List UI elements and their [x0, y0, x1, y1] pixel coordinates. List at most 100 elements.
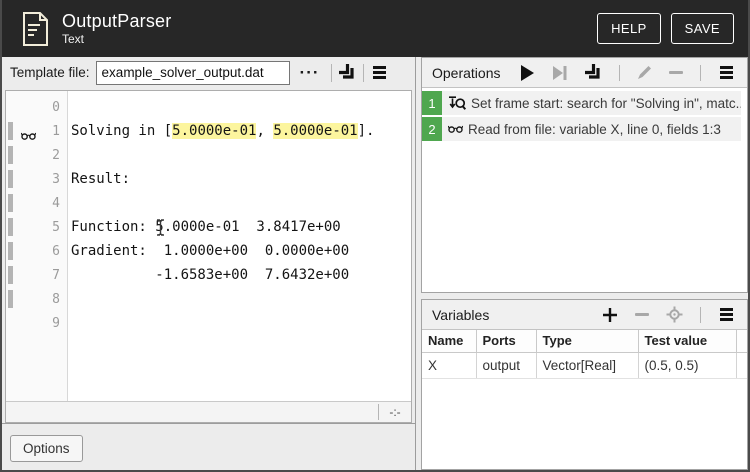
- code-text: -1.6583e+00 7.6432e+00: [71, 267, 349, 283]
- play-icon[interactable]: [521, 65, 534, 81]
- operation-row[interactable]: 2 Read from file: variable X, line 0, fie…: [422, 117, 741, 141]
- highlighted-value: 5.0000e-01: [273, 123, 357, 139]
- page-subtitle: Text: [62, 32, 171, 46]
- table-cell[interactable]: Vector[Real]: [536, 352, 638, 378]
- menu-icon[interactable]: [718, 306, 735, 323]
- divider: [331, 64, 332, 82]
- code-line: [71, 287, 411, 311]
- column-header: Test value: [638, 330, 736, 352]
- operation-row[interactable]: 1Set frame start: search for "Solving in…: [422, 91, 741, 115]
- gutter-row: 2: [6, 143, 67, 167]
- code-line: Result:: [71, 167, 411, 191]
- code-line: Gradient: 1.0000e+00 0.0000e+00: [71, 239, 411, 263]
- line-marker: [8, 194, 13, 212]
- code-line: [71, 95, 411, 119]
- remove-minus-icon[interactable]: [669, 71, 683, 74]
- line-number: 4: [52, 196, 67, 211]
- divider: [619, 65, 620, 81]
- add-plus-icon[interactable]: [602, 307, 618, 323]
- line-marker: [8, 122, 13, 140]
- code-line: Function: 5.0000e-01 3.8417e+00: [71, 215, 411, 239]
- step-forward-icon[interactable]: [551, 65, 568, 81]
- validate-all-icon[interactable]: [339, 64, 356, 81]
- save-button[interactable]: SAVE: [671, 13, 734, 44]
- operations-list: 1Set frame start: search for "Solving in…: [422, 88, 747, 143]
- column-header-filler: [736, 330, 747, 352]
- gutter-row: 1: [6, 119, 67, 143]
- table-cell[interactable]: output: [476, 352, 536, 378]
- editor-status-bar: -:-: [6, 401, 411, 422]
- menu-icon[interactable]: [371, 64, 388, 81]
- options-area: Options: [2, 423, 415, 470]
- variables-title: Variables: [432, 307, 489, 323]
- operation-index-badge: 2: [422, 117, 442, 141]
- remove-minus-icon[interactable]: [635, 313, 649, 316]
- line-number: 6: [52, 244, 67, 259]
- column-header: Type: [536, 330, 638, 352]
- code-text: ].: [358, 123, 375, 139]
- gutter-row: 3: [6, 167, 67, 191]
- menu-icon[interactable]: [718, 64, 735, 81]
- line-marker: [8, 290, 13, 308]
- header-bar: OutputParser Text HELP SAVE: [2, 0, 748, 57]
- divider: [363, 64, 364, 82]
- operation-index-badge: 1: [422, 91, 442, 115]
- code-text: Result:: [71, 171, 130, 187]
- variables-table: NamePortsTypeTest value XoutputVector[Re…: [422, 330, 747, 379]
- table-row[interactable]: XoutputVector[Real](0.5, 0.5): [422, 352, 747, 378]
- glasses-read-icon: [448, 125, 463, 133]
- code-line: [71, 143, 411, 167]
- editor-code[interactable]: Solving in [5.0000e-01, 5.0000e-01]. Resu…: [68, 91, 411, 401]
- gutter-row: 8: [6, 287, 67, 311]
- document-icon: [20, 10, 50, 48]
- edit-pencil-icon[interactable]: [637, 65, 652, 80]
- divider: [700, 65, 701, 81]
- line-number: 3: [52, 172, 67, 187]
- gutter-row: 4: [6, 191, 67, 215]
- line-marker: [8, 242, 13, 260]
- code-line: -1.6583e+00 7.6432e+00: [71, 263, 411, 287]
- search-frame-icon: [448, 96, 466, 111]
- line-number: 2: [52, 148, 67, 163]
- column-header: Ports: [476, 330, 536, 352]
- line-marker: [8, 218, 13, 236]
- line-number: 1: [52, 124, 67, 139]
- code-line: [71, 191, 411, 215]
- help-button[interactable]: HELP: [597, 13, 661, 44]
- line-marker: [8, 146, 13, 164]
- line-number: 7: [52, 268, 67, 283]
- options-button[interactable]: Options: [10, 435, 83, 462]
- page-title: OutputParser: [62, 11, 171, 31]
- template-file-label: Template file:: [10, 65, 90, 80]
- code-text: ,: [256, 123, 273, 139]
- template-editor: 0123456789 Solving in [5.0000e-01, 5.000…: [5, 90, 412, 423]
- code-line: Solving in [5.0000e-01, 5.0000e-01].: [71, 119, 411, 143]
- divider: [700, 307, 701, 323]
- line-number: 9: [52, 316, 67, 331]
- template-editor-panel: Template file: ··· 0123456789 S: [2, 57, 416, 470]
- table-cell[interactable]: X: [422, 352, 476, 378]
- output-parser-window: OutputParser Text HELP SAVE Template fil…: [0, 0, 750, 472]
- gutter-row: 5: [6, 215, 67, 239]
- browse-file-button[interactable]: ···: [296, 63, 324, 83]
- operations-title: Operations: [432, 65, 500, 81]
- cursor-position: -:-: [379, 405, 411, 419]
- operations-toolbar: Operations: [422, 58, 747, 88]
- template-file-bar: Template file: ···: [2, 57, 415, 88]
- line-number: 8: [52, 292, 67, 307]
- highlighted-value: 5.0000e-01: [172, 123, 256, 139]
- variables-panel: Variables: [421, 299, 748, 470]
- operations-panel: Operations: [421, 57, 748, 293]
- line-marker: [8, 170, 13, 188]
- code-text: Gradient: 1.0000e+00 0.0000e+00: [71, 243, 349, 259]
- validate-all-icon[interactable]: [585, 64, 602, 81]
- template-file-input[interactable]: [96, 61, 290, 85]
- target-icon[interactable]: [666, 306, 683, 323]
- column-header: Name: [422, 330, 476, 352]
- variables-body: XoutputVector[Real](0.5, 0.5): [422, 352, 747, 378]
- table-cell[interactable]: (0.5, 0.5): [638, 352, 736, 378]
- variables-toolbar: Variables: [422, 300, 747, 330]
- editor-gutter: 0123456789: [6, 91, 68, 401]
- operation-description: Read from file: variable X, line 0, fiel…: [468, 122, 721, 137]
- line-marker: [8, 266, 13, 284]
